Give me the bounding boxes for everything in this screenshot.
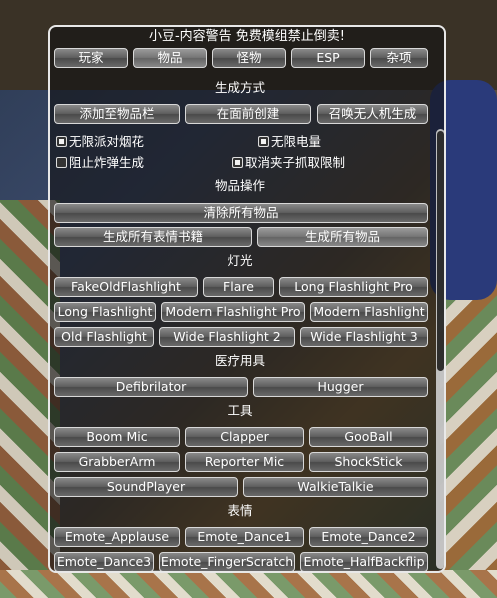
item-wide-flashlight-3[interactable]: Wide Flashlight 3 xyxy=(300,327,428,347)
item-fake-old-flashlight[interactable]: FakeOldFlashlight xyxy=(54,277,198,297)
scrollbar-thumb[interactable] xyxy=(437,131,444,371)
checkbox-box[interactable] xyxy=(56,157,67,168)
checkbox-box[interactable] xyxy=(56,136,67,147)
spawn-all-items-button[interactable]: 生成所有物品 xyxy=(257,227,428,247)
item-gooball[interactable]: GooBall xyxy=(309,427,428,447)
medical-heading: 医疗用具 xyxy=(214,353,265,368)
item-emote-dance3[interactable]: Emote_Dance3 xyxy=(54,552,154,571)
item-grabber-arm[interactable]: GrabberArm xyxy=(54,452,180,472)
spawn-mode-heading: 生成方式 xyxy=(214,80,265,95)
add-to-inventory-button[interactable]: 添加至物品栏 xyxy=(54,104,180,124)
item-hugger[interactable]: Hugger xyxy=(253,377,428,397)
item-walkietalkie[interactable]: WalkieTalkie xyxy=(243,477,428,497)
remove-clamp-limit-checkbox[interactable]: 取消夹子抓取限制 xyxy=(232,155,345,171)
item-clapper[interactable]: Clapper xyxy=(185,427,304,447)
item-emote-fingerscratch[interactable]: Emote_FingerScratch xyxy=(159,552,295,571)
item-long-flashlight[interactable]: Long Flashlight xyxy=(54,302,156,322)
checkbox-label: 阻止炸弹生成 xyxy=(69,155,145,170)
background-rug-bottom xyxy=(0,570,497,598)
tools-heading: 工具 xyxy=(227,403,253,418)
item-long-flashlight-pro[interactable]: Long Flashlight Pro xyxy=(279,277,428,297)
checkbox-box[interactable] xyxy=(232,157,243,168)
item-old-flashlight[interactable]: Old Flashlight xyxy=(54,327,154,347)
menu-title: 小豆-内容警告 免费模组禁止倒卖! xyxy=(148,29,346,44)
emotes-heading: 表情 xyxy=(227,503,253,518)
create-in-front-button[interactable]: 在面前创建 xyxy=(185,104,311,124)
scrollbar[interactable] xyxy=(436,129,444,569)
item-flare[interactable]: Flare xyxy=(203,277,274,297)
item-modern-flashlight-pro[interactable]: Modern Flashlight Pro xyxy=(161,302,305,322)
item-wide-flashlight-2[interactable]: Wide Flashlight 2 xyxy=(159,327,295,347)
checkbox-label: 取消夹子抓取限制 xyxy=(245,155,346,170)
tab-esp[interactable]: ESP xyxy=(291,48,365,68)
checkbox-label: 无限电量 xyxy=(271,134,322,149)
checkbox-box[interactable] xyxy=(258,136,269,147)
item-soundplayer[interactable]: SoundPlayer xyxy=(54,477,238,497)
tab-monsters[interactable]: 怪物 xyxy=(212,48,286,68)
infinite-battery-checkbox[interactable]: 无限电量 xyxy=(258,134,321,150)
drone-spawn-button[interactable]: 召唤无人机生成 xyxy=(317,104,428,124)
item-ops-heading: 物品操作 xyxy=(214,178,265,193)
tab-player[interactable]: 玩家 xyxy=(54,48,128,68)
checkbox-label: 无限派对烟花 xyxy=(69,134,145,149)
tab-misc[interactable]: 杂项 xyxy=(370,48,428,68)
item-boom-mic[interactable]: Boom Mic xyxy=(54,427,180,447)
item-shockstick[interactable]: ShockStick xyxy=(309,452,428,472)
item-modern-flashlight[interactable]: Modern Flashlight xyxy=(310,302,428,322)
item-emote-halfbackflip[interactable]: Emote_HalfBackflip xyxy=(300,552,428,571)
item-reporter-mic[interactable]: Reporter Mic xyxy=(185,452,304,472)
item-emote-dance1[interactable]: Emote_Dance1 xyxy=(185,527,304,547)
mod-menu-panel: 小豆-内容警告 免费模组禁止倒卖! 玩家 物品 怪物 ESP 杂项 生成方式 添… xyxy=(48,25,446,573)
spawn-emote-books-button[interactable]: 生成所有表情书籍 xyxy=(54,227,252,247)
infinite-fireworks-checkbox[interactable]: 无限派对烟花 xyxy=(56,134,144,150)
item-emote-applause[interactable]: Emote_Applause xyxy=(54,527,180,547)
item-defibrilator[interactable]: Defibrilator xyxy=(54,377,248,397)
block-bomb-spawn-checkbox[interactable]: 阻止炸弹生成 xyxy=(56,155,144,171)
tab-items[interactable]: 物品 xyxy=(133,48,207,68)
lights-heading: 灯光 xyxy=(227,253,253,268)
item-emote-dance2[interactable]: Emote_Dance2 xyxy=(309,527,428,547)
clear-all-items-button[interactable]: 清除所有物品 xyxy=(54,203,428,223)
